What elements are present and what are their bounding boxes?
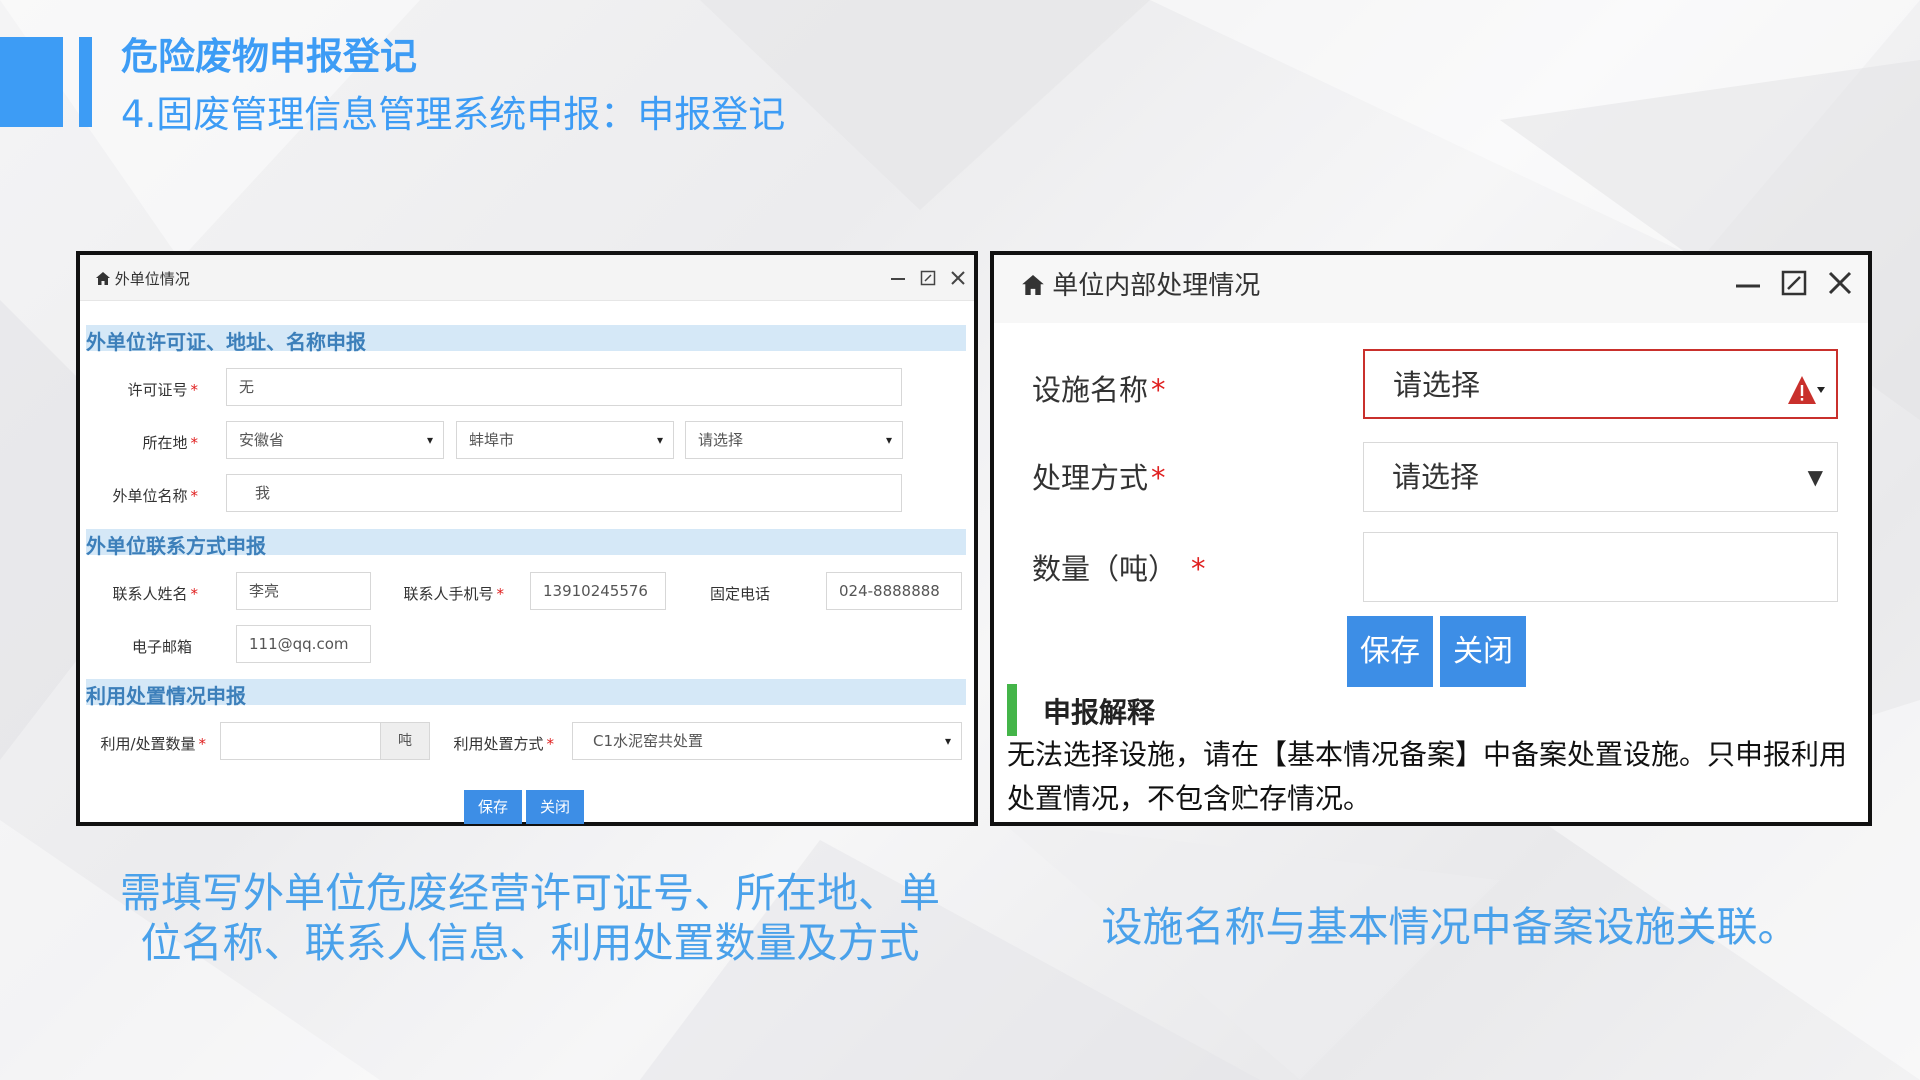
explanation-title: 申报解释 (1043, 696, 1156, 729)
section-license-address: 外单位许可证、地址、名称申报 (86, 325, 966, 354)
save-button[interactable]: 保存 (464, 790, 522, 824)
facility-select[interactable]: 请选择 (1363, 349, 1838, 419)
quantity-label: 数量（吨） * (1032, 552, 1206, 586)
quantity-input[interactable] (1363, 532, 1838, 602)
license-input[interactable]: 无 (226, 368, 902, 406)
warning-icon (1786, 366, 1826, 434)
quantity-unit: 吨 (380, 722, 430, 760)
header-accent-bar (79, 37, 92, 127)
landline-input[interactable]: 024-8888888 (826, 572, 962, 610)
province-select[interactable]: 安徽省 ▾ (226, 421, 444, 459)
home-icon (96, 270, 115, 288)
unit-name-input[interactable]: 我 (226, 474, 902, 512)
maximize-icon[interactable] (915, 255, 941, 301)
section-disposal: 利用处置情况申报 (86, 679, 966, 708)
district-select[interactable]: 请选择 ▾ (685, 421, 903, 459)
right-caption: 设施名称与基本情况中备案设施关联。 (1101, 903, 1799, 951)
email-label: 电子邮箱 (131, 638, 192, 656)
external-unit-window: 外单位情况 外单位许可证、地址、名称申报 许可证号 * 无 所在地 * 安徽省 ▾ 蚌… (76, 251, 978, 826)
section-title: 利用处置情况申报 (86, 684, 246, 708)
slide-subtitle: 4.固废管理信息管理系统申报：申报登记 (121, 93, 786, 136)
facility-label: 设施名称 * (1032, 373, 1166, 407)
quantity-label: 利用/处置数量 * (100, 735, 206, 753)
close-icon[interactable] (945, 255, 971, 301)
city-select[interactable]: 蚌埠市 ▾ (456, 421, 674, 459)
contact-name-input[interactable]: 李亮 (236, 572, 371, 610)
chevron-down-icon: ▾ (944, 734, 951, 748)
chevron-down-icon: ▾ (426, 433, 433, 447)
window-title: 单位内部处理情况 (1022, 265, 1260, 302)
close-button[interactable]: 关闭 (526, 790, 584, 824)
chevron-down-icon: ▾ (656, 433, 663, 447)
landline-label: 固定电话 (709, 585, 770, 603)
chevron-down-icon: ▼ (1807, 465, 1823, 489)
minimize-icon[interactable] (1728, 255, 1768, 311)
window-titlebar: 外单位情况 (80, 255, 974, 301)
location-label: 所在地 * (142, 434, 198, 452)
close-icon[interactable] (1820, 255, 1860, 311)
left-caption: 需填写外单位危废经营许可证号、所在地、单位名称、联系人信息、利用处置数量及方式 (120, 869, 940, 967)
close-button[interactable]: 关闭 (1440, 616, 1526, 687)
internal-treatment-window: 单位内部处理情况 设施名称 * 请选择 处理方式 * 请选择 ▼ 数量（吨） * 保存… (990, 251, 1872, 826)
unit-name-label: 外单位名称 * (112, 487, 198, 505)
header-accent-block (0, 37, 63, 127)
section-title: 外单位许可证、地址、名称申报 (86, 330, 366, 354)
window-title: 外单位情况 (96, 268, 190, 289)
slide-title: 危险废物申报登记 (121, 35, 417, 78)
section-contact: 外单位联系方式申报 (86, 529, 966, 558)
contact-name-label: 联系人姓名 * (112, 585, 198, 603)
section-title: 外单位联系方式申报 (86, 534, 266, 558)
license-label: 许可证号 * (127, 381, 198, 399)
window-title-text: 单位内部处理情况 (1052, 271, 1261, 301)
email-input[interactable]: 111@qq.com (236, 625, 371, 663)
home-icon (1022, 271, 1052, 301)
chevron-down-icon: ▾ (885, 433, 892, 447)
save-button[interactable]: 保存 (1347, 616, 1433, 687)
method-select[interactable]: C1水泥窑共处置 ▾ (572, 722, 962, 760)
contact-phone-input[interactable]: 13910245576 (530, 572, 666, 610)
maximize-icon[interactable] (1774, 255, 1814, 311)
contact-phone-label: 联系人手机号 * (403, 585, 504, 603)
window-title-text: 外单位情况 (114, 270, 190, 288)
explanation-text: 无法选择设施，请在【基本情况备案】中备案处置设施。只申报利用处置情况，不包含贮存… (1007, 738, 1848, 815)
minimize-icon[interactable] (885, 255, 911, 301)
window-titlebar: 单位内部处理情况 (994, 255, 1868, 323)
treatment-method-select[interactable]: 请选择 ▼ (1363, 442, 1838, 512)
explanation-accent-bar (1007, 684, 1017, 736)
treatment-method-label: 处理方式 * (1032, 461, 1166, 495)
quantity-input[interactable] (220, 722, 381, 760)
method-label: 利用处置方式 * (453, 735, 554, 753)
